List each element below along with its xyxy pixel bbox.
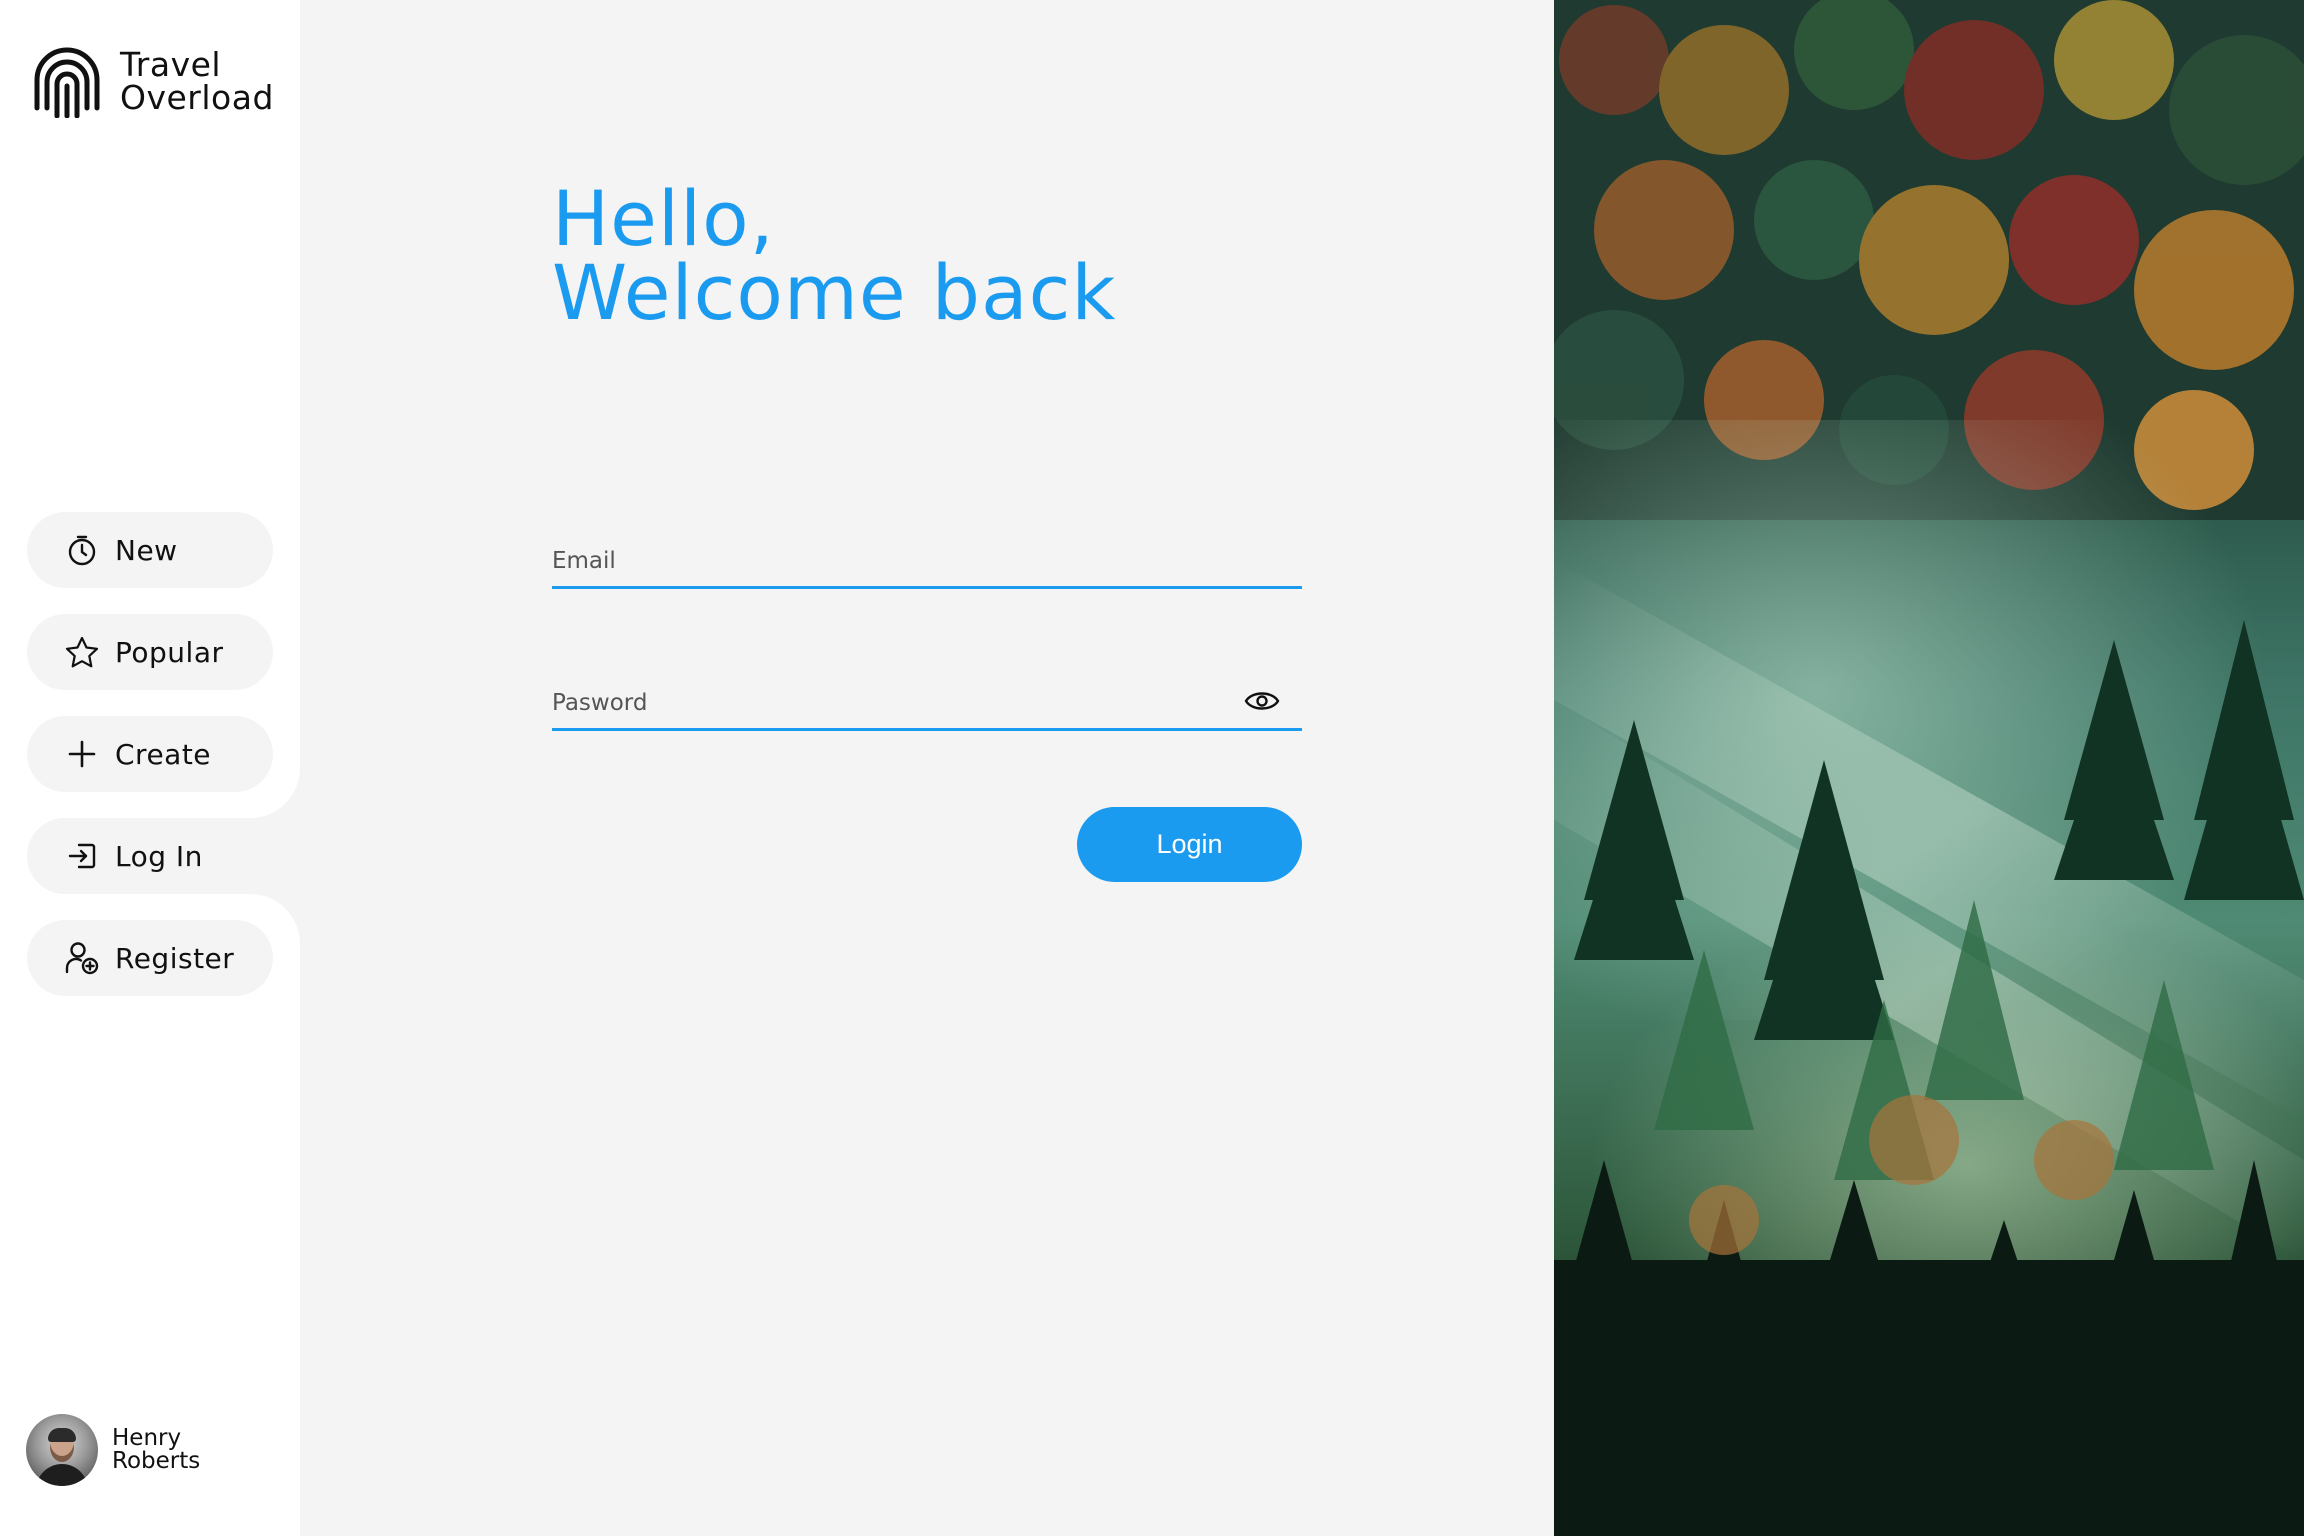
email-input[interactable] <box>552 536 1302 586</box>
fingerprint-arch-icon <box>34 47 100 118</box>
email-field <box>552 536 1302 589</box>
password-field <box>552 678 1302 731</box>
forest-image <box>1554 0 2304 1536</box>
login-button[interactable]: Login <box>1077 807 1302 882</box>
user-name: Henry Roberts <box>112 1427 200 1473</box>
user-profile[interactable]: Henry Roberts <box>26 1414 200 1486</box>
sidebar: Travel Overload New Popular Create Log I… <box>0 0 300 1536</box>
sidebar-item-create[interactable]: Create <box>27 716 273 792</box>
main-content: Hello, Welcome back Login <box>300 0 1554 1536</box>
timer-icon <box>65 533 99 567</box>
sidebar-item-popular[interactable]: Popular <box>27 614 273 690</box>
greeting-line-1: Hello, <box>552 174 775 263</box>
greeting-line-2: Welcome back <box>552 248 1117 337</box>
sidebar-item-label: New <box>115 533 178 567</box>
sidebar-item-label: Log In <box>115 839 203 873</box>
plus-icon <box>65 737 99 771</box>
page-title: Hello, Welcome back <box>552 174 1117 337</box>
user-add-icon <box>65 941 99 975</box>
avatar <box>26 1414 98 1486</box>
password-input[interactable] <box>552 678 1302 728</box>
user-first-name: Henry <box>112 1425 182 1451</box>
login-icon <box>65 839 99 873</box>
sidebar-item-label: Register <box>115 941 235 975</box>
forest-illustration <box>1554 0 2304 1536</box>
sidebar-item-log-in[interactable]: Log In <box>27 818 273 894</box>
brand-name: Travel Overload <box>120 48 274 114</box>
brand-line-2: Overload <box>120 78 274 117</box>
user-last-name: Roberts <box>112 1448 201 1474</box>
sidebar-nav: New Popular Create Log In Register <box>27 512 273 1022</box>
brand-line-1: Travel <box>120 45 222 84</box>
sidebar-item-register[interactable]: Register <box>27 920 273 996</box>
brand[interactable]: Travel Overload <box>32 46 274 118</box>
sidebar-item-label: Create <box>115 737 212 771</box>
eye-icon[interactable] <box>1244 688 1280 714</box>
sidebar-item-new[interactable]: New <box>27 512 273 588</box>
star-icon <box>65 635 99 669</box>
sidebar-item-label: Popular <box>115 635 224 669</box>
